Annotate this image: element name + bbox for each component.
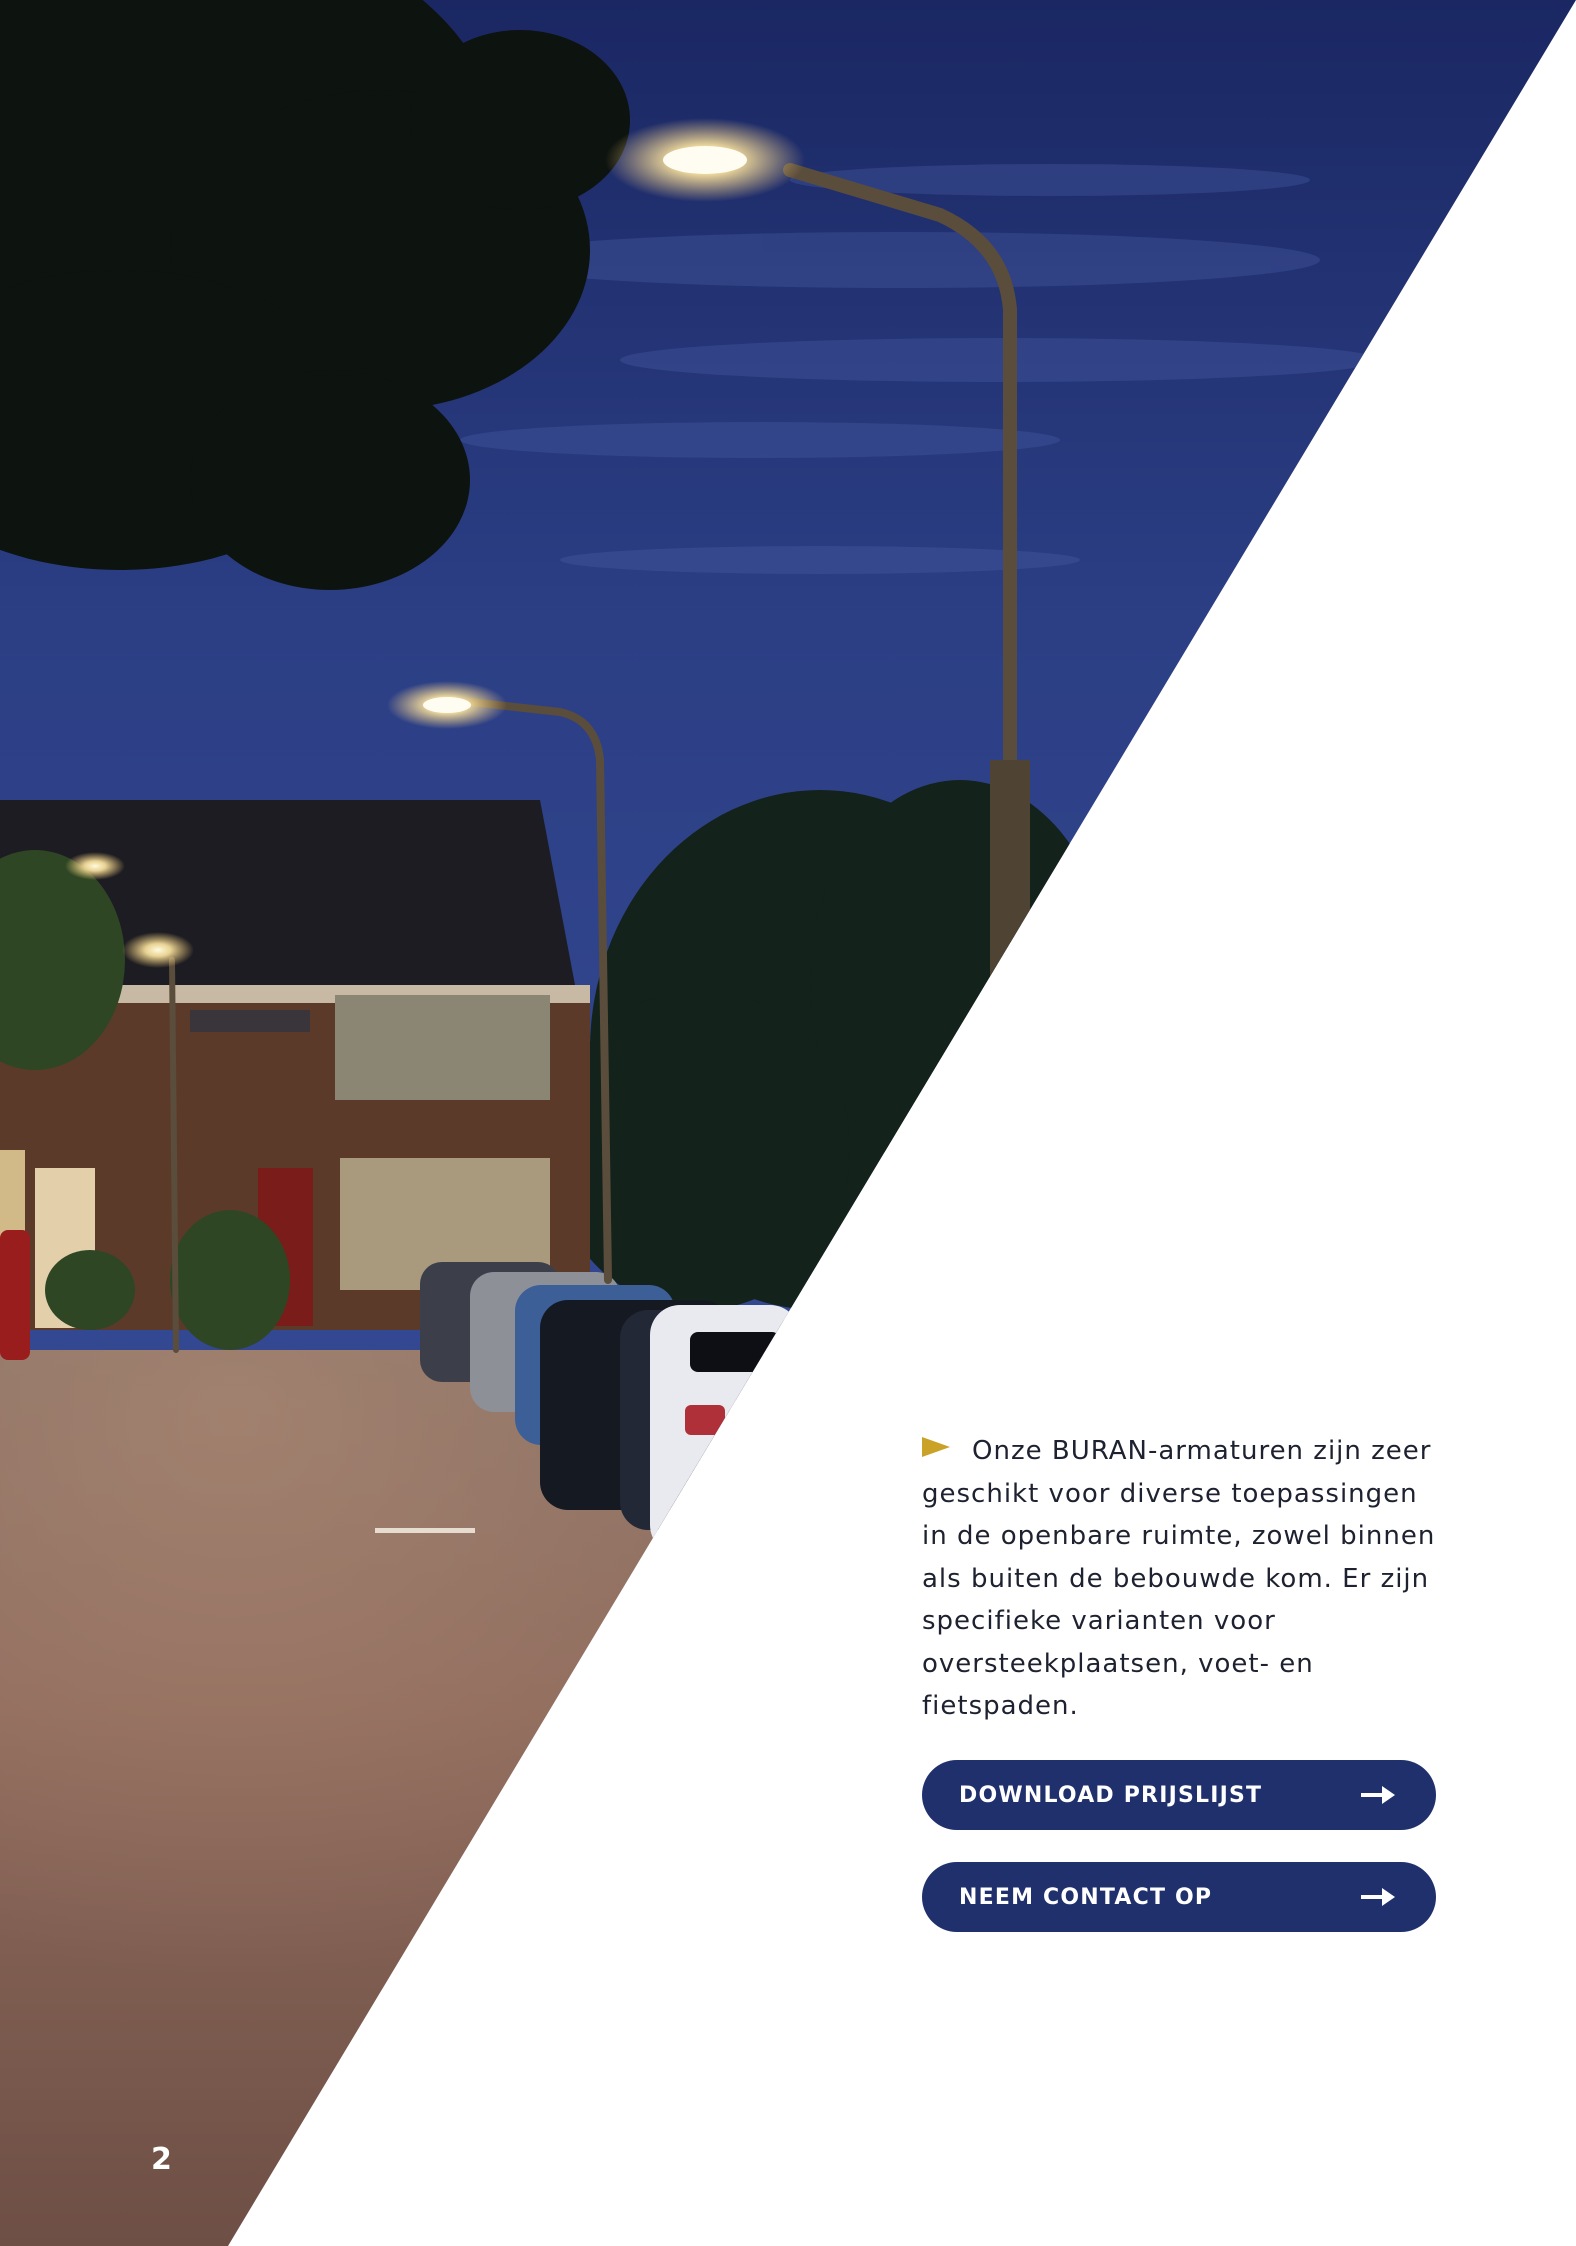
contact-button[interactable]: NEEM CONTACT OP [922,1862,1436,1932]
description-paragraph: Onze BURAN-armaturen zijn zeer geschikt … [922,1430,1442,1728]
flag-marker-icon [922,1437,950,1457]
download-pricelist-button[interactable]: DOWNLOAD PRIJSLIJST [922,1760,1436,1830]
page-number: 2 [151,2142,172,2177]
download-pricelist-label: DOWNLOAD PRIJSLIJST [959,1782,1263,1808]
contact-label: NEEM CONTACT OP [959,1884,1213,1910]
arrow-right-icon [1361,1786,1395,1804]
description-text: Onze BURAN-armaturen zijn zeer geschikt … [922,1436,1436,1721]
arrow-right-icon [1361,1888,1395,1906]
